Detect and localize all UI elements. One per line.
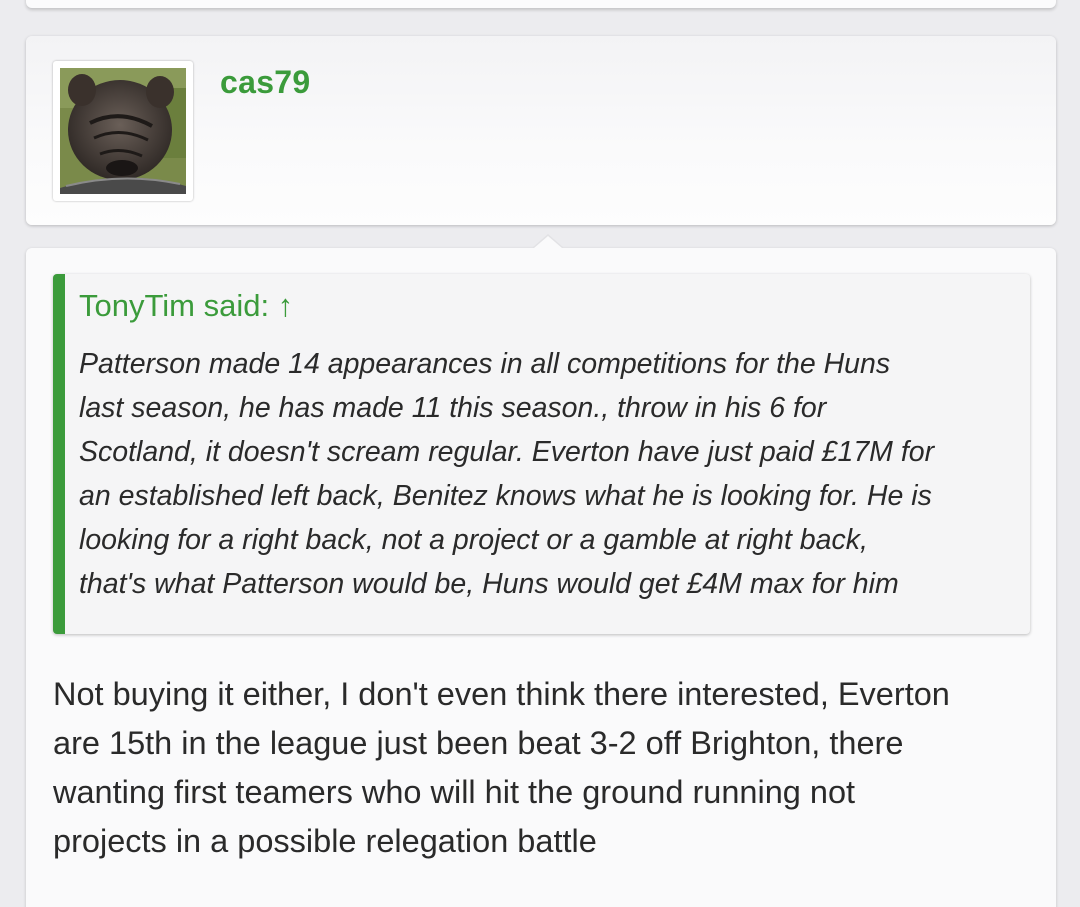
post-user-header: cas79 — [26, 36, 1056, 225]
quote-line: an established left back, Benitez knows … — [79, 480, 932, 512]
previous-post-card — [26, 0, 1056, 8]
quote-line: that's what Patterson would be, Huns wou… — [79, 568, 899, 600]
reply-line: projects in a possible relegation battle — [53, 823, 597, 859]
quote-text: Patterson made 14 appearances in all com… — [79, 342, 1024, 606]
reply-line: wanting first teamers who will hit the g… — [53, 774, 856, 810]
post-message: TonyTim said: ↑ Patterson made 14 appear… — [26, 234, 1056, 907]
post-author-name[interactable]: cas79 — [220, 64, 310, 101]
avatar[interactable] — [53, 61, 193, 201]
quote-line: Patterson made 14 appearances in all com… — [79, 348, 891, 380]
quote-line: looking for a right back, not a project … — [79, 524, 868, 556]
post-body-text: Not buying it either, I don't even think… — [53, 670, 1038, 866]
quote-author[interactable]: TonyTim — [79, 288, 195, 323]
dog-avatar-icon — [60, 68, 186, 194]
reply-line: are 15th in the league just been beat 3-… — [53, 725, 904, 761]
quote-line: Scotland, it doesn't scream regular. Eve… — [79, 436, 935, 468]
quote-said-label: said: — [203, 288, 270, 323]
quote-block: TonyTim said: ↑ Patterson made 14 appear… — [53, 274, 1030, 634]
avatar-image — [60, 68, 186, 194]
thread-page: cas79 TonyTim said: ↑ Patterson made 14 … — [0, 0, 1080, 907]
quote-line: last season, he has made 11 this season.… — [79, 392, 827, 424]
quote-jump-arrow-icon[interactable]: ↑ — [278, 288, 294, 323]
quote-header[interactable]: TonyTim said: ↑ — [79, 288, 293, 324]
reply-line: Not buying it either, I don't even think… — [53, 676, 950, 712]
